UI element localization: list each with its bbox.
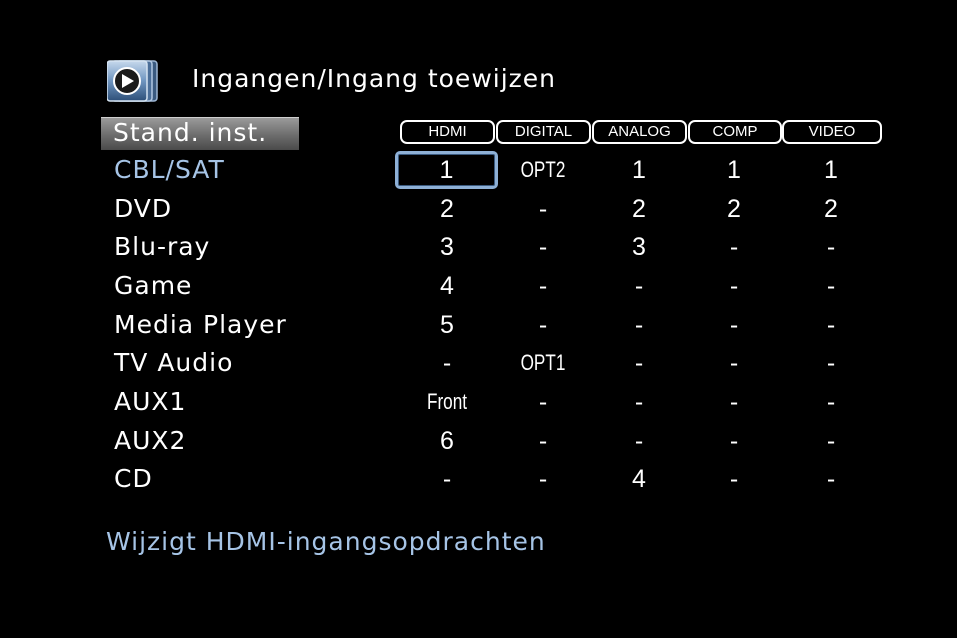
source-label: AUX1 <box>114 387 187 416</box>
table-cell[interactable]: - <box>591 348 687 378</box>
table-cell[interactable]: 2 <box>591 194 687 224</box>
table-cell[interactable]: - <box>495 310 591 340</box>
source-label: AUX2 <box>114 426 187 455</box>
status-text: Wijzigt HDMI-ingangsopdrachten <box>106 527 546 556</box>
source-label: CBL/SAT <box>114 155 225 184</box>
column-header-hdmi: HDMI <box>400 120 495 144</box>
table-cell[interactable]: - <box>591 271 687 301</box>
source-label: CD <box>114 464 153 493</box>
table-cell[interactable]: - <box>686 387 782 417</box>
table-cell[interactable]: - <box>783 426 879 456</box>
table-cell[interactable]: - <box>686 271 782 301</box>
table-cell[interactable]: - <box>783 387 879 417</box>
table-cell[interactable]: - <box>495 387 591 417</box>
column-header-video: VIDEO <box>782 120 882 144</box>
table-cell[interactable]: 1 <box>783 155 879 185</box>
table-cell[interactable]: - <box>591 426 687 456</box>
source-label: Blu-ray <box>114 232 211 261</box>
column-header-comp: COMP <box>688 120 782 144</box>
table-cell[interactable]: - <box>495 194 591 224</box>
table-cell[interactable]: 5 <box>399 310 495 340</box>
table-cell[interactable]: 1 <box>686 155 782 185</box>
table-cell[interactable]: OPT2 <box>506 155 581 185</box>
table-cell[interactable]: - <box>783 271 879 301</box>
table-cell[interactable]: OPT1 <box>506 348 581 378</box>
table-cell[interactable]: - <box>399 348 495 378</box>
table-cell[interactable]: - <box>783 310 879 340</box>
source-label: TV Audio <box>114 348 234 377</box>
table-cell[interactable]: - <box>399 464 495 494</box>
table-cell[interactable]: - <box>591 387 687 417</box>
selected-cell[interactable]: 1 <box>395 151 498 189</box>
menu-arrow-icon <box>106 59 159 103</box>
source-label: DVD <box>114 194 173 223</box>
table-cell[interactable]: - <box>495 426 591 456</box>
table-cell[interactable]: - <box>686 426 782 456</box>
table-cell[interactable]: - <box>783 348 879 378</box>
column-header-analog: ANALOG <box>592 120 687 144</box>
table-cell[interactable]: - <box>495 271 591 301</box>
table-cell[interactable]: - <box>783 464 879 494</box>
page-title: Ingangen/Ingang toewijzen <box>192 64 557 93</box>
default-settings-label: Stand. inst. <box>113 118 268 147</box>
table-cell[interactable]: - <box>591 310 687 340</box>
table-cell[interactable]: 4 <box>399 271 495 301</box>
source-label: Game <box>114 271 193 300</box>
table-cell[interactable]: - <box>783 232 879 262</box>
table-cell[interactable]: 2 <box>783 194 879 224</box>
table-cell[interactable]: 6 <box>399 426 495 456</box>
source-label: Media Player <box>114 310 287 339</box>
table-cell[interactable]: - <box>686 348 782 378</box>
table-cell[interactable]: 2 <box>399 194 495 224</box>
default-settings-button[interactable]: Stand. inst. <box>101 117 299 150</box>
table-cell[interactable]: - <box>686 232 782 262</box>
table-cell[interactable]: 3 <box>591 232 687 262</box>
table-cell[interactable]: 3 <box>399 232 495 262</box>
table-cell[interactable]: 1 <box>591 155 687 185</box>
column-header-digital: DIGITAL <box>496 120 591 144</box>
table-cell[interactable]: - <box>495 464 591 494</box>
table-cell[interactable]: Front <box>410 387 485 417</box>
table-cell[interactable]: 2 <box>686 194 782 224</box>
table-cell[interactable]: - <box>686 310 782 340</box>
table-cell[interactable]: - <box>686 464 782 494</box>
table-cell[interactable]: 4 <box>591 464 687 494</box>
table-cell[interactable]: - <box>495 232 591 262</box>
